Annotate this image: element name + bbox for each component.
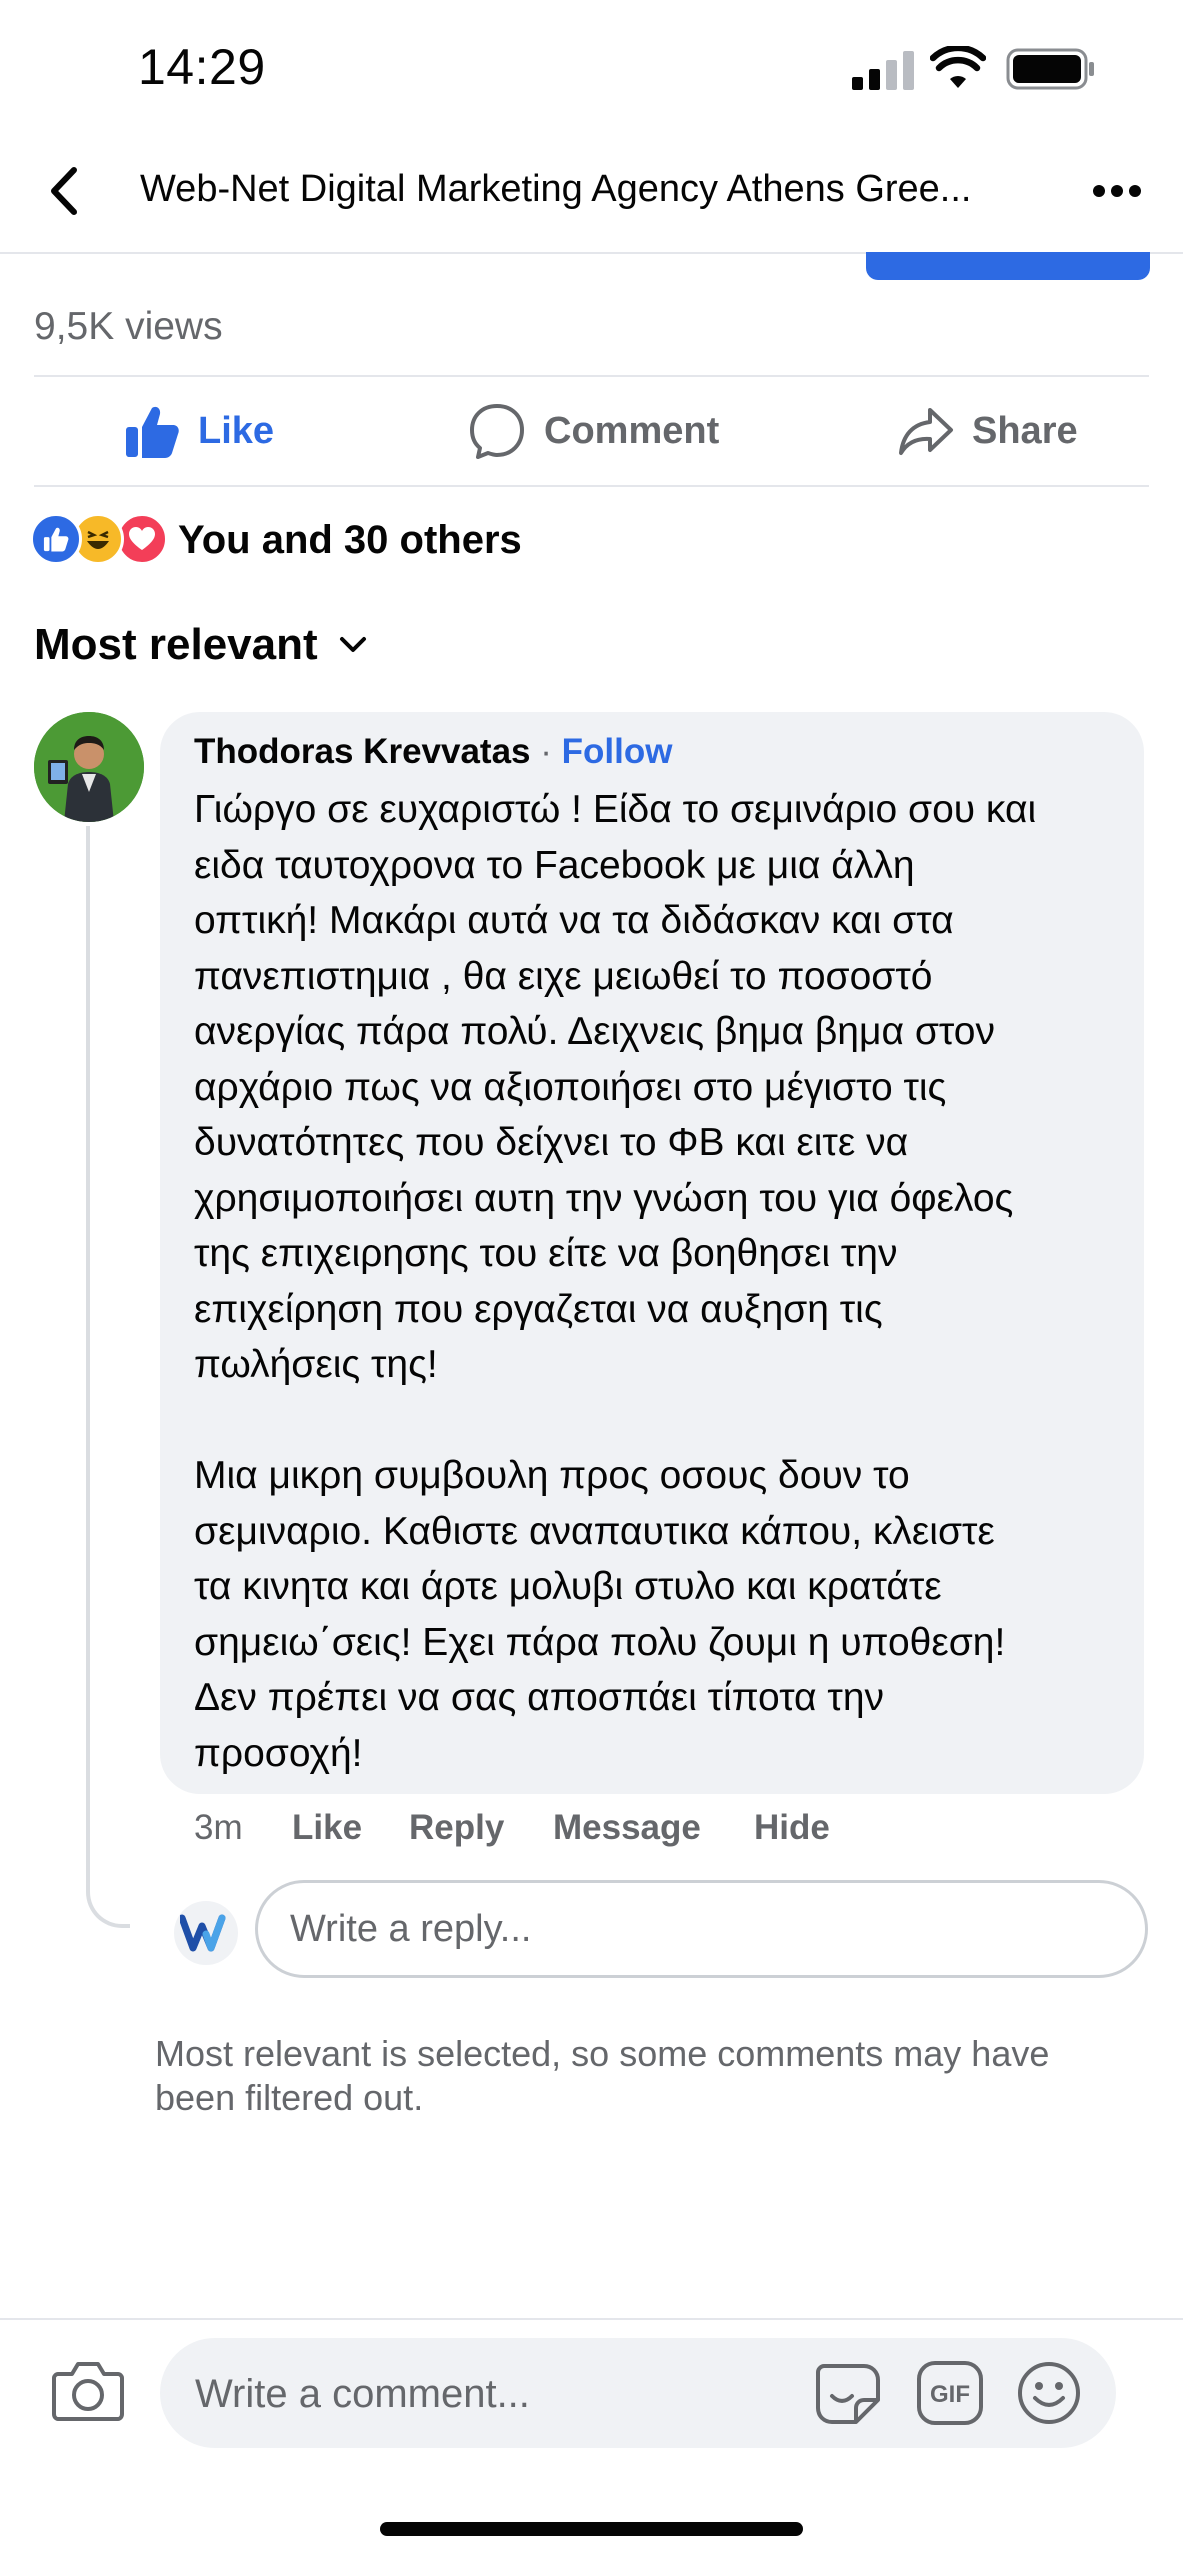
comment-author-line: Thodoras Krevvatas · Follow (194, 732, 672, 772)
separator-dot: · (540, 732, 552, 771)
comment-reply-button[interactable]: Reply (409, 1808, 504, 1848)
filter-note: Most relevant is selected, so some comme… (155, 2033, 1050, 2118)
sticker-icon[interactable] (814, 2360, 884, 2428)
home-indicator (380, 2522, 803, 2536)
camera-icon[interactable] (52, 2358, 124, 2422)
chevron-down-icon (339, 637, 366, 652)
comment-bubble-icon (470, 404, 524, 459)
comment-hide-button[interactable]: Hide (754, 1808, 830, 1848)
comment-button[interactable]: Comment (468, 400, 719, 462)
divider (34, 485, 1149, 487)
share-button[interactable]: Share (898, 400, 1078, 462)
post-button-edge[interactable] (866, 252, 1150, 280)
like-reaction-icon (30, 513, 82, 565)
more-options-icon[interactable] (1092, 180, 1142, 202)
thumbs-up-icon (126, 406, 179, 458)
reply-thread-line (86, 826, 130, 1928)
wifi-icon (930, 46, 986, 88)
comment-author[interactable]: Thodoras Krevvatas (194, 732, 531, 771)
status-time: 14:29 (138, 39, 266, 95)
svg-text:GIF: GIF (930, 2381, 970, 2408)
comment-input-placeholder: Write a comment... (195, 2372, 530, 2416)
post-views: 9,5K views (34, 305, 223, 348)
cellular-signal-icon (852, 51, 914, 90)
share-arrow-icon (899, 408, 953, 455)
divider (34, 375, 1149, 377)
like-label: Like (198, 409, 275, 452)
web-net-logo-icon (180, 1914, 226, 1952)
sort-label: Most relevant (34, 620, 318, 669)
comment-sort-dropdown[interactable]: Most relevant (34, 620, 368, 670)
follow-link[interactable]: Follow (562, 732, 673, 771)
like-button[interactable]: Like (124, 400, 274, 462)
gif-icon[interactable]: GIF (916, 2360, 984, 2426)
comment-text: Γιώργο σε ευχαριστώ ! Είδα το σεμινάριο … (194, 788, 1037, 1775)
back-chevron-icon[interactable] (44, 164, 84, 218)
battery-icon (1006, 48, 1094, 90)
comment-timestamp: 3m (194, 1808, 243, 1847)
comment-like-button[interactable]: Like (292, 1808, 362, 1848)
reactions-summary[interactable]: You and 30 others (178, 518, 522, 563)
comment-label: Comment (544, 409, 720, 452)
comment-message-button[interactable]: Message (553, 1808, 701, 1848)
reply-input[interactable]: Write a reply... (255, 1880, 1148, 1978)
page-avatar (174, 1901, 238, 1965)
share-label: Share (972, 409, 1078, 452)
commenter-avatar[interactable] (34, 712, 144, 822)
page-title: Web-Net Digital Marketing Agency Athens … (140, 168, 972, 210)
emoji-icon[interactable] (1016, 2360, 1082, 2426)
